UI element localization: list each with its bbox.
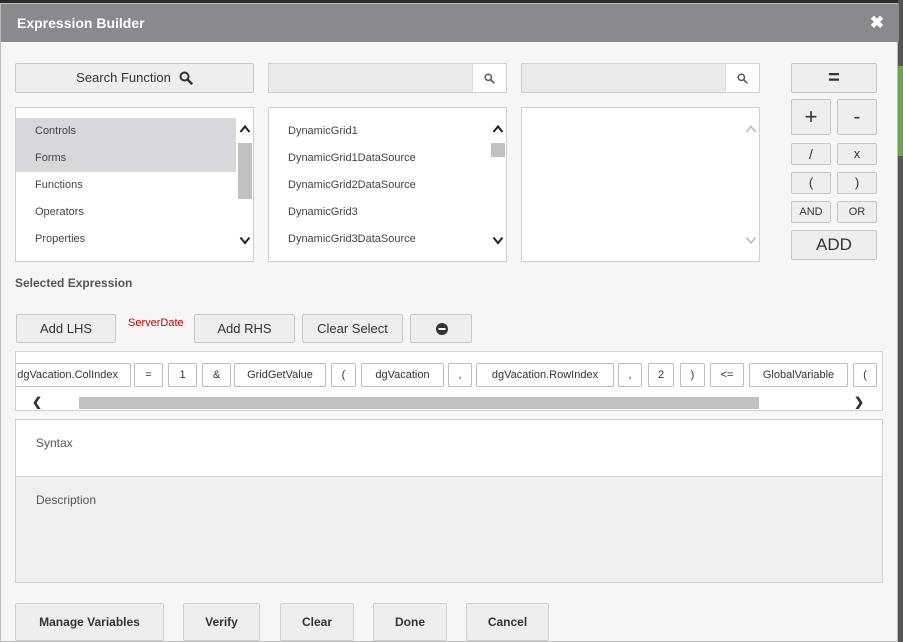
background-window-edge xyxy=(898,0,903,642)
element-search-button[interactable] xyxy=(472,64,506,92)
clear-select-button[interactable]: Clear Select xyxy=(302,314,403,343)
property-list xyxy=(521,107,760,262)
expression-token-bar: dgVacation.ColIndex = 1 & GridGetValue (… xyxy=(15,351,883,411)
chevron-up-icon[interactable] xyxy=(492,123,504,135)
property-search-input[interactable] xyxy=(522,64,722,92)
element-list: DynamicGrid1 DynamicGrid1DataSource Dyna… xyxy=(268,107,507,262)
category-list: Controls Forms Functions Operators Prope… xyxy=(15,107,254,262)
list-item-operators[interactable]: Operators xyxy=(16,199,236,226)
list-item-dynamicgrid3[interactable]: DynamicGrid3 xyxy=(269,199,489,226)
list-item-dynamicgrid1[interactable]: DynamicGrid1 xyxy=(269,118,489,145)
expression-token[interactable]: & xyxy=(202,363,231,387)
expression-token[interactable]: ) xyxy=(680,363,705,387)
expression-token[interactable]: ( xyxy=(853,363,877,387)
scrollbar-thumb[interactable] xyxy=(238,143,252,199)
manage-variables-button[interactable]: Manage Variables xyxy=(15,603,164,641)
list-item-controls[interactable]: Controls xyxy=(16,118,236,145)
description-panel: Description xyxy=(15,477,883,583)
scrollbar-thumb[interactable] xyxy=(79,397,759,409)
open-paren-button[interactable]: ( xyxy=(791,172,831,194)
close-icon[interactable]: ✖ xyxy=(867,13,887,33)
expression-token[interactable]: dgVacation.RowIndex xyxy=(476,363,614,387)
background-accent xyxy=(898,66,903,156)
chevron-down-icon[interactable] xyxy=(239,234,251,246)
expression-token[interactable]: = xyxy=(134,363,163,387)
list-item-dynamicgrid3datasource[interactable]: DynamicGrid3DataSource xyxy=(269,226,489,253)
lhs-value: ServerDate xyxy=(128,317,184,329)
scrollbar-thumb[interactable] xyxy=(491,143,505,157)
dialog-titlebar: Expression Builder ✖ xyxy=(1,4,899,42)
element-list-scrollbar[interactable] xyxy=(490,108,506,261)
property-search-button[interactable] xyxy=(725,64,759,92)
expression-token[interactable]: 2 xyxy=(648,363,674,387)
list-item-dynamicgrid2datasource[interactable]: DynamicGrid2DataSource xyxy=(269,172,489,199)
expression-builder-dialog: Expression Builder ✖ Search Function Con… xyxy=(0,3,899,642)
plus-button[interactable]: + xyxy=(791,99,831,135)
chevron-up-icon[interactable] xyxy=(239,123,251,135)
add-lhs-button[interactable]: Add LHS xyxy=(16,314,116,343)
equals-button[interactable]: = xyxy=(791,63,877,93)
expression-token[interactable]: ( xyxy=(331,363,356,387)
cancel-button[interactable]: Cancel xyxy=(466,603,549,641)
chevron-down-icon[interactable] xyxy=(745,234,757,246)
expression-token[interactable]: GlobalVariable xyxy=(749,363,848,387)
dialog-title: Expression Builder xyxy=(17,15,145,31)
expression-token[interactable]: dgVacation xyxy=(361,363,444,387)
minus-circle-icon xyxy=(436,323,448,335)
selected-expression-label: Selected Expression xyxy=(15,276,133,290)
search-function-label: Search Function xyxy=(76,70,171,85)
done-button[interactable]: Done xyxy=(373,603,447,641)
expression-token[interactable]: 1 xyxy=(168,363,197,387)
or-button[interactable]: OR xyxy=(837,201,877,223)
multiply-button[interactable]: x xyxy=(837,143,877,165)
list-item-rules[interactable]: Rules xyxy=(16,253,236,261)
search-icon xyxy=(737,72,748,84)
minus-button[interactable]: - xyxy=(837,99,877,135)
expression-token[interactable]: GridGetValue xyxy=(234,363,326,387)
list-item-label1[interactable]: Label1 xyxy=(269,253,489,261)
expression-token[interactable]: , xyxy=(448,363,472,387)
expression-token[interactable]: <= xyxy=(710,363,744,387)
list-item-properties[interactable]: Properties xyxy=(16,226,236,253)
chevron-down-icon[interactable] xyxy=(492,234,504,246)
add-rhs-button[interactable]: Add RHS xyxy=(194,314,295,343)
property-list-scrollbar[interactable] xyxy=(743,108,759,261)
chevron-left-icon[interactable]: ❮ xyxy=(32,395,42,409)
syntax-label: Syntax xyxy=(36,436,73,450)
clear-button[interactable]: Clear xyxy=(280,603,354,641)
list-item-dynamicgrid1datasource[interactable]: DynamicGrid1DataSource xyxy=(269,145,489,172)
verify-button[interactable]: Verify xyxy=(183,603,260,641)
search-function-button[interactable]: Search Function xyxy=(15,63,254,93)
and-button[interactable]: AND xyxy=(791,201,831,223)
add-button[interactable]: ADD xyxy=(791,230,877,260)
close-paren-button[interactable]: ) xyxy=(837,172,877,194)
list-item-forms[interactable]: Forms xyxy=(16,145,236,172)
search-icon xyxy=(484,72,495,84)
description-label: Description xyxy=(36,493,97,507)
property-search-box xyxy=(521,63,760,93)
expression-token[interactable]: dgVacation.ColIndex xyxy=(16,363,131,387)
divide-button[interactable]: / xyxy=(791,143,831,165)
expression-token[interactable]: , xyxy=(618,363,642,387)
search-icon xyxy=(179,71,193,85)
category-list-scrollbar[interactable] xyxy=(237,108,253,261)
expression-horizontal-scrollbar[interactable]: ❮ ❯ xyxy=(16,395,882,410)
chevron-up-icon[interactable] xyxy=(745,123,757,135)
element-search-input[interactable] xyxy=(269,64,469,92)
syntax-panel: Syntax xyxy=(15,419,883,477)
element-search-box xyxy=(268,63,507,93)
list-item-functions[interactable]: Functions xyxy=(16,172,236,199)
chevron-right-icon[interactable]: ❯ xyxy=(854,395,864,409)
remove-token-button[interactable] xyxy=(410,314,472,343)
